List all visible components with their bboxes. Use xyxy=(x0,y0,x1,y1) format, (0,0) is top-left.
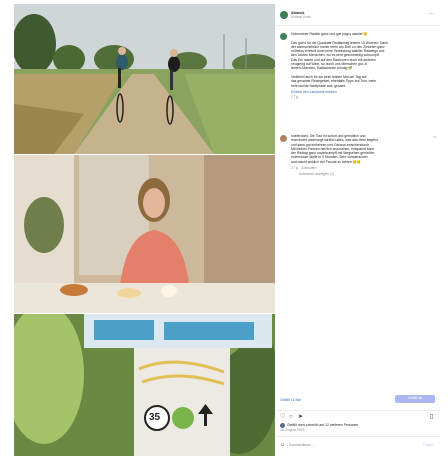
liked-by[interactable]: Gefällt doris.schmidt und 12 weiteren Pe… xyxy=(287,423,358,427)
instagram-post-view: 35 Aldanuk Einfach Kreis ··· Hohenloher … xyxy=(0,0,448,460)
speed-sign-number: 35 xyxy=(149,412,161,423)
avatar[interactable] xyxy=(280,11,288,19)
view-replies-link[interactable]: Antworten anzeigen (1) xyxy=(291,172,431,176)
photo-restaurant xyxy=(14,155,275,313)
comment-block: hoeferdoris: Die Tour ist schön und gemü… xyxy=(291,134,431,177)
post-comment-button[interactable]: Folgen xyxy=(423,443,433,447)
post-header: Aldanuk Einfach Kreis ··· xyxy=(277,4,440,26)
comment-like-icon[interactable]: ♡ xyxy=(433,135,437,141)
caption-text: Hohenloher Radeln ganz und gar puppy wac… xyxy=(291,32,436,88)
emoji-icon[interactable]: ☺ xyxy=(280,442,285,448)
comment-line: und macht wirklich viel Freude zu fahren… xyxy=(291,159,362,164)
share-icon[interactable]: ➤ xyxy=(298,414,303,420)
bookmark-icon[interactable]: ▯ xyxy=(430,414,433,420)
likes-count[interactable]: Gefällt 14 Mal xyxy=(280,398,301,402)
comment-meta[interactable]: 2 Tg. Antworten xyxy=(291,166,431,170)
divider xyxy=(277,436,440,437)
post-sidebar: Aldanuk Einfach Kreis ··· Hohenloher Rad… xyxy=(277,4,440,456)
post-image[interactable]: 35 xyxy=(14,4,275,456)
comment-text: hoeferdoris: Die Tour ist schön und gemü… xyxy=(291,134,431,164)
divider xyxy=(277,410,440,411)
caption-link[interactable]: Endlich den Landkreis erleben xyxy=(291,90,436,94)
caption-block: Hohenloher Radeln ganz und gar puppy wac… xyxy=(291,32,436,99)
caption-avatar[interactable] xyxy=(280,33,287,40)
commenter-avatar[interactable] xyxy=(280,135,287,142)
like-button[interactable]: Gefällt mir xyxy=(395,395,435,403)
heart-icon[interactable]: ♡ xyxy=(280,414,285,420)
post-subtitle: Einfach Kreis xyxy=(291,15,311,19)
post-date: 18. August 2023 xyxy=(280,428,305,432)
comment-input[interactable]: Kommentieren ... xyxy=(289,443,315,447)
more-options-icon[interactable]: ··· xyxy=(429,11,434,16)
comment-icon[interactable]: ○ xyxy=(289,414,293,420)
photo-cyclists xyxy=(14,4,275,154)
caption-line: freie dunkle Badepfade aus, gesamt. xyxy=(291,83,347,88)
caption-time: 2 Tg. xyxy=(291,95,299,100)
photo-forest-sign: 35 xyxy=(14,314,275,456)
